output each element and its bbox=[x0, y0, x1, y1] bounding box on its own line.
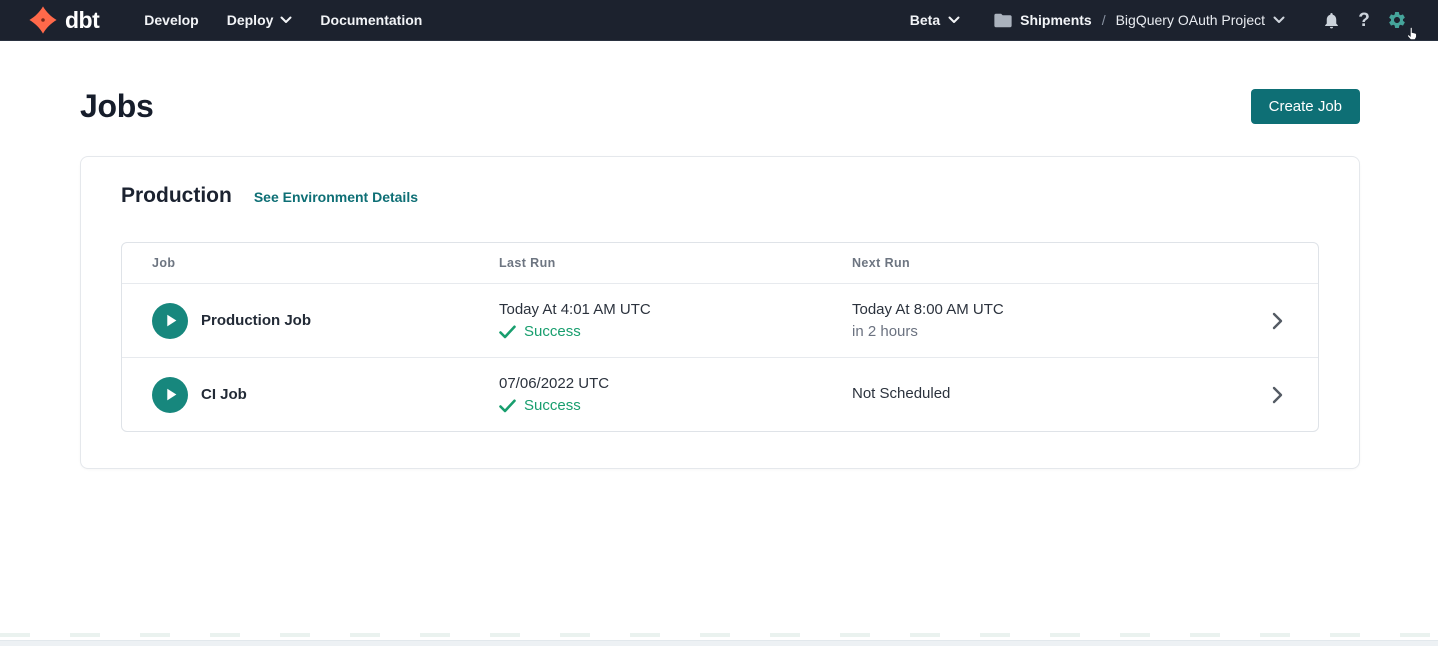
dbt-logo-text: dbt bbox=[65, 9, 99, 32]
next-run-time: Not Scheduled bbox=[852, 384, 1258, 403]
folder-icon bbox=[994, 13, 1012, 28]
jobs-table-header: Job Last Run Next Run bbox=[122, 243, 1318, 283]
project-group-label: Shipments bbox=[1020, 12, 1092, 28]
check-icon bbox=[499, 399, 516, 413]
project-breadcrumb[interactable]: Shipments / BigQuery OAuth Project bbox=[994, 12, 1285, 28]
table-row-production-job[interactable]: Production Job Today At 4:01 AM UTC Succ… bbox=[122, 283, 1318, 357]
column-header-job: Job bbox=[122, 256, 499, 270]
environment-name: Production bbox=[121, 184, 232, 208]
nav-documentation-label: Documentation bbox=[320, 12, 422, 28]
next-run-time: Today At 8:00 AM UTC bbox=[852, 300, 1258, 319]
beta-label: Beta bbox=[910, 12, 940, 28]
breadcrumb-separator: / bbox=[1100, 12, 1108, 28]
status-badge: Success bbox=[524, 322, 581, 341]
column-header-last-run: Last Run bbox=[499, 256, 852, 270]
top-navbar: dbt Develop Deploy Documentation Beta Sh… bbox=[0, 0, 1438, 41]
dbt-logo[interactable]: dbt bbox=[28, 5, 99, 35]
next-run-cell: Today At 8:00 AM UTC in 2 hours bbox=[852, 300, 1258, 341]
job-name: Production Job bbox=[201, 312, 311, 329]
beta-selector[interactable]: Beta bbox=[910, 12, 960, 28]
dbt-logo-icon bbox=[28, 5, 58, 35]
nav-item-documentation[interactable]: Documentation bbox=[307, 0, 435, 41]
environment-card: Production See Environment Details Job L… bbox=[80, 156, 1360, 469]
next-run-relative: in 2 hours bbox=[852, 322, 1258, 341]
table-row-ci-job[interactable]: CI Job 07/06/2022 UTC Success Not Schedu… bbox=[122, 357, 1318, 431]
last-run-cell: Today At 4:01 AM UTC Success bbox=[499, 300, 852, 341]
column-header-next-run: Next Run bbox=[852, 256, 1258, 270]
page-title: Jobs bbox=[80, 88, 154, 125]
play-icon bbox=[164, 387, 179, 402]
settings-button[interactable] bbox=[1382, 5, 1412, 35]
jobs-page: Jobs Create Job Production See Environme… bbox=[0, 88, 1438, 469]
bottom-dashed-divider bbox=[0, 633, 1438, 637]
bottom-edge-strip bbox=[0, 640, 1438, 646]
last-run-time: 07/06/2022 UTC bbox=[499, 374, 852, 393]
nav-deploy-label: Deploy bbox=[227, 12, 274, 28]
next-run-cell: Not Scheduled bbox=[852, 384, 1258, 406]
play-button[interactable] bbox=[152, 377, 188, 413]
last-run-cell: 07/06/2022 UTC Success bbox=[499, 374, 852, 415]
nav-develop-label: Develop bbox=[144, 12, 198, 28]
help-button[interactable]: ? bbox=[1349, 5, 1379, 35]
help-icon: ? bbox=[1358, 11, 1370, 30]
chevron-down-icon bbox=[1273, 16, 1285, 24]
nav-item-deploy[interactable]: Deploy bbox=[214, 0, 306, 41]
environment-details-link[interactable]: See Environment Details bbox=[254, 189, 418, 205]
cursor-icon bbox=[1405, 26, 1419, 42]
nav-item-develop[interactable]: Develop bbox=[131, 0, 211, 41]
create-job-button[interactable]: Create Job bbox=[1251, 89, 1360, 124]
gear-icon bbox=[1387, 10, 1407, 30]
notifications-button[interactable] bbox=[1316, 5, 1346, 35]
last-run-time: Today At 4:01 AM UTC bbox=[499, 300, 852, 319]
chevron-right-icon[interactable] bbox=[1272, 312, 1283, 330]
play-icon bbox=[164, 313, 179, 328]
bell-icon bbox=[1322, 11, 1341, 30]
check-icon bbox=[499, 325, 516, 339]
status-badge: Success bbox=[524, 396, 581, 415]
play-button[interactable] bbox=[152, 303, 188, 339]
jobs-table: Job Last Run Next Run Production Job Tod… bbox=[121, 242, 1319, 432]
project-name-label: BigQuery OAuth Project bbox=[1116, 12, 1265, 28]
chevron-down-icon bbox=[280, 16, 292, 24]
chevron-down-icon bbox=[948, 16, 960, 24]
chevron-right-icon[interactable] bbox=[1272, 386, 1283, 404]
job-name: CI Job bbox=[201, 386, 247, 403]
